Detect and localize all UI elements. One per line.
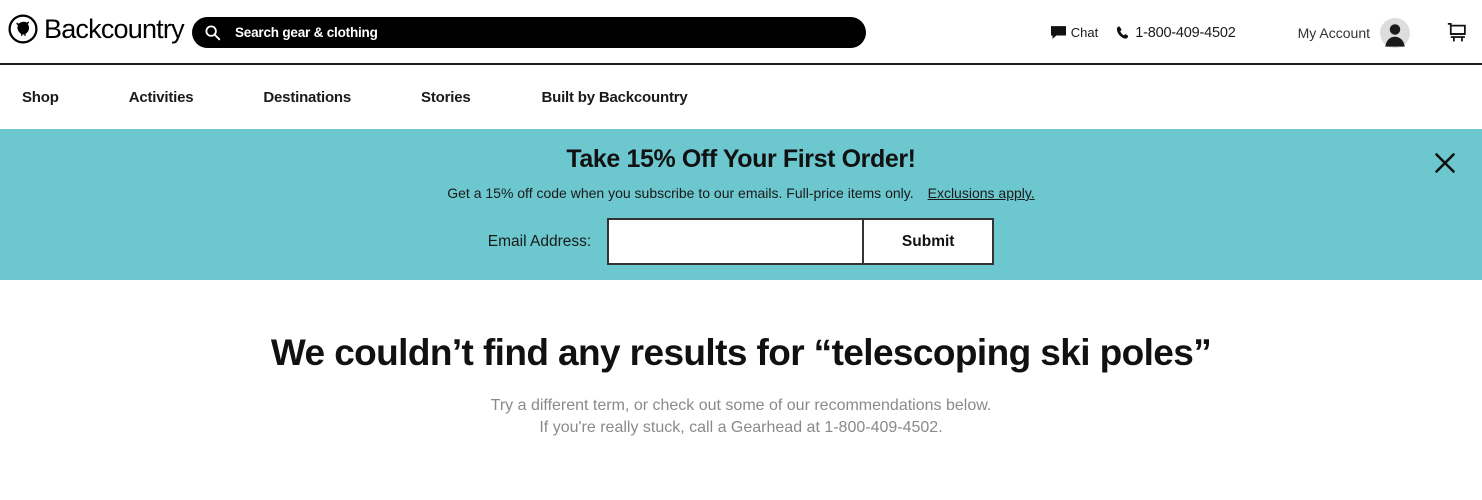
email-input[interactable] (607, 218, 864, 265)
promo-title: Take 15% Off Your First Order! (566, 145, 916, 173)
nav-item-activities[interactable]: Activities (129, 89, 194, 106)
cart-button[interactable] (1446, 22, 1468, 44)
phone-icon (1117, 26, 1129, 39)
main-navigation: Shop Activities Destinations Stories Bui… (0, 65, 1482, 129)
nav-item-destinations[interactable]: Destinations (263, 89, 351, 106)
email-signup-form: Email Address: Submit (0, 218, 1482, 265)
top-header: Backcountry Search gear & clothing Chat … (0, 0, 1482, 65)
my-account-link[interactable]: My Account (1297, 17, 1410, 48)
search-placeholder-text: Search gear & clothing (235, 25, 378, 40)
no-results-subtext: Try a different term, or check out some … (0, 395, 1482, 439)
header-right-group: Chat 1-800-409-4502 My Account (1050, 0, 1482, 65)
backcountry-goat-logo-icon (8, 14, 38, 44)
nav-item-built-by-backcountry[interactable]: Built by Backcountry (541, 89, 687, 106)
promo-subtitle-text: Get a 15% off code when you subscribe to… (447, 185, 914, 201)
nav-item-stories[interactable]: Stories (421, 89, 471, 106)
search-input[interactable]: Search gear & clothing (192, 17, 866, 48)
email-signup-banner: Take 15% Off Your First Order! Get a 15%… (0, 129, 1482, 280)
user-avatar-icon (1380, 17, 1410, 48)
submit-button[interactable]: Submit (863, 218, 995, 265)
no-results-heading: We couldn’t find any results for “telesc… (270, 332, 1212, 373)
promo-subtitle: Get a 15% off code when you subscribe to… (0, 185, 1482, 201)
no-results-subtext-line-2: If you're really stuck, call a Gearhead … (539, 419, 943, 436)
my-account-label: My Account (1297, 24, 1370, 41)
close-banner-button[interactable] (1428, 146, 1462, 180)
chat-bubble-icon (1050, 26, 1066, 39)
no-results-section: We couldn’t find any results for “telesc… (0, 280, 1482, 439)
site-logo[interactable]: Backcountry (8, 13, 185, 44)
site-logo-text: Backcountry (44, 13, 185, 44)
no-results-subtext-line-1: Try a different term, or check out some … (490, 397, 992, 414)
chat-label: Chat (1070, 25, 1099, 40)
exclusions-apply-link[interactable]: Exclusions apply. (928, 185, 1035, 201)
phone-link[interactable]: 1-800-409-4502 (1116, 24, 1236, 41)
phone-number-label: 1-800-409-4502 (1135, 24, 1236, 41)
chat-link[interactable]: Chat (1050, 25, 1098, 40)
email-address-label: Email Address: (487, 232, 592, 250)
nav-item-shop[interactable]: Shop (22, 89, 59, 106)
shopping-cart-icon (1447, 22, 1466, 41)
search-icon (205, 25, 221, 41)
close-icon (1435, 153, 1455, 173)
